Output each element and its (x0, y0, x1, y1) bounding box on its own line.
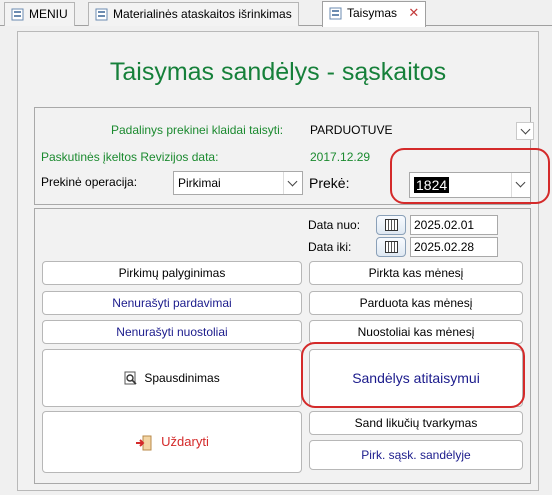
print-preview-icon (124, 371, 137, 385)
last-audit-label: Paskutinės įkeltos Revizijos data: (41, 150, 219, 164)
sold-monthly-button[interactable]: Parduota kas mėnesį (309, 291, 523, 315)
bought-monthly-button[interactable]: Pirkta kas mėnesį (309, 261, 523, 285)
date-to-picker-button[interactable] (376, 237, 406, 257)
print-button[interactable]: Spausdinimas (42, 349, 302, 407)
tab-label: MENIU (29, 7, 68, 21)
item-highlight-annotation (390, 148, 550, 204)
last-audit-value: 2017.12.29 (310, 150, 371, 164)
exit-door-icon (136, 435, 152, 451)
form-icon (95, 8, 108, 21)
purchase-invoices-stock-button[interactable]: Pirk. sąsk. sandėlyje (309, 440, 523, 470)
tab-taisymas[interactable]: Taisymas ✕ (322, 1, 427, 27)
calendar-icon (385, 241, 398, 253)
form-icon (329, 7, 342, 20)
tab-meniu[interactable]: MENIU (4, 2, 75, 26)
division-dropdown-button[interactable] (516, 122, 534, 140)
date-from-label: Data nuo: (308, 218, 361, 232)
division-value: PARDUOTUVE (310, 123, 393, 137)
date-to-field[interactable]: 2025.02.28 (410, 237, 498, 257)
operation-select[interactable]: Pirkimai (173, 171, 303, 195)
tab-materialines-ataskaitos[interactable]: Materialinės ataskaitos išrinkimas (88, 2, 299, 26)
close-button[interactable]: Uždaryti (42, 411, 302, 473)
date-from-field[interactable]: 2025.02.01 (410, 215, 498, 235)
chevron-down-icon[interactable] (283, 172, 302, 194)
division-label: Padalinys prekinei klaidai taisyti: (111, 123, 284, 137)
calendar-icon (385, 219, 398, 231)
form-frame: Taisymas sandėlys - sąskaitos Padalinys … (17, 31, 550, 491)
print-label: Spausdinimas (144, 371, 220, 385)
date-to-label: Data iki: (308, 240, 352, 254)
stock-remainders-button[interactable]: Sand likučių tvarkymas (309, 411, 523, 435)
tab-label: Taisymas (347, 6, 398, 20)
operation-label: Prekinė operacija: (41, 175, 138, 189)
tab-label: Materialinės ataskaitos išrinkimas (113, 7, 292, 21)
date-from-picker-button[interactable] (376, 215, 406, 235)
form-icon (11, 8, 24, 21)
close-tab-icon[interactable]: ✕ (408, 2, 419, 24)
unwritten-losses-button[interactable]: Nenurašyti nuostoliai (42, 320, 302, 344)
operation-value: Pirkimai (178, 176, 221, 190)
purchase-compare-button[interactable]: Pirkimų palyginimas (42, 261, 302, 285)
close-label: Uždaryti (161, 434, 209, 449)
losses-monthly-button[interactable]: Nuostoliai kas mėnesį (309, 320, 523, 344)
item-label: Prekė: (309, 175, 350, 191)
page-title: Taisymas sandėlys - sąskaitos (109, 58, 447, 86)
tab-strip: MENIU Materialinės ataskaitos išrinkimas… (0, 0, 552, 27)
unwritten-sales-button[interactable]: Nenurašyti pardavimai (42, 291, 302, 315)
stock-correction-highlight-annotation (301, 342, 525, 408)
